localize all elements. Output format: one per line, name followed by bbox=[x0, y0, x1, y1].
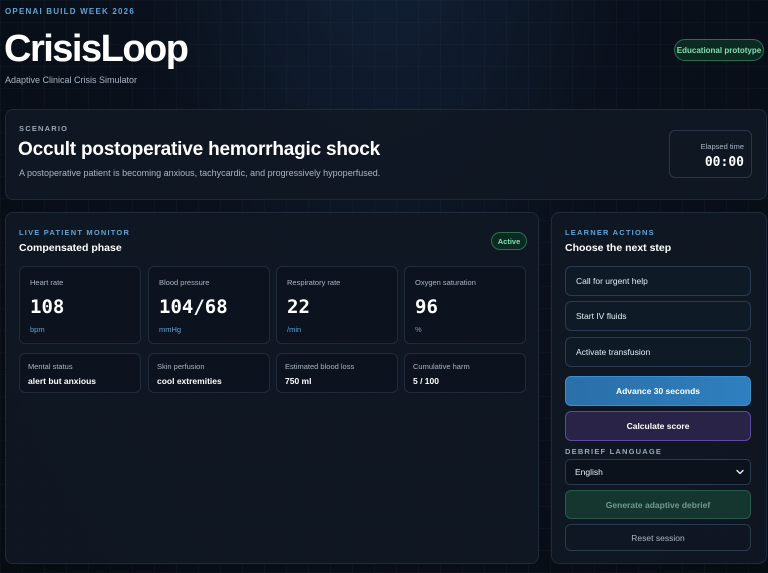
stat-skin-perfusion: Skin perfusion cool extremities bbox=[148, 353, 270, 393]
vital-blood-pressure: Blood pressure 104/68 mmHg bbox=[148, 266, 270, 344]
vital-value: 104/68 bbox=[159, 296, 228, 318]
learner-actions-card: LEARNER ACTIONS Choose the next step Cal… bbox=[551, 212, 767, 564]
prototype-badge: Educational prototype bbox=[674, 39, 764, 61]
monitor-phase: Compensated phase bbox=[19, 242, 122, 254]
vital-unit: % bbox=[415, 325, 422, 334]
stat-name: Skin perfusion bbox=[157, 362, 205, 371]
stat-value: 750 ml bbox=[285, 376, 312, 386]
vital-unit: bpm bbox=[30, 325, 45, 334]
patient-monitor-card: LIVE PATIENT MONITOR Compensated phase A… bbox=[5, 212, 539, 564]
elapsed-value: 00:00 bbox=[704, 155, 744, 170]
vital-name: Oxygen saturation bbox=[415, 278, 476, 287]
stat-value: 5 / 100 bbox=[413, 376, 439, 386]
debrief-language-select[interactable]: English bbox=[565, 459, 751, 485]
actions-title: Choose the next step bbox=[565, 242, 672, 254]
app-brand: CrisisLoop bbox=[4, 28, 189, 70]
scenario-description: A postoperative patient is becoming anxi… bbox=[19, 168, 381, 178]
reset-session-button[interactable]: Reset session bbox=[565, 524, 751, 551]
scenario-label: SCENARIO bbox=[19, 124, 69, 133]
vital-name: Blood pressure bbox=[159, 278, 210, 287]
status-badge: Active bbox=[491, 232, 527, 250]
vital-unit: /min bbox=[287, 325, 302, 334]
stat-blood-loss: Estimated blood loss 750 ml bbox=[276, 353, 398, 393]
actions-label: LEARNER ACTIONS bbox=[565, 228, 655, 237]
vital-name: Respiratory rate bbox=[287, 278, 341, 287]
stat-name: Cumulative harm bbox=[413, 362, 470, 371]
start-iv-fluids-button[interactable]: Start IV fluids bbox=[565, 301, 751, 331]
scenario-card: SCENARIO Occult postoperative hemorrhagi… bbox=[5, 109, 767, 200]
stat-value: cool extremities bbox=[157, 376, 222, 386]
chevron-down-icon bbox=[736, 469, 744, 475]
stat-name: Estimated blood loss bbox=[285, 362, 355, 371]
stat-cumulative-harm: Cumulative harm 5 / 100 bbox=[404, 353, 526, 393]
activate-transfusion-button[interactable]: Activate transfusion bbox=[565, 337, 751, 367]
generate-debrief-button[interactable]: Generate adaptive debrief bbox=[565, 490, 751, 519]
language-selected-value: English bbox=[575, 467, 603, 477]
calculate-score-button[interactable]: Calculate score bbox=[565, 411, 751, 441]
elapsed-label: Elapsed time bbox=[700, 142, 744, 151]
app-tagline: Adaptive Clinical Crisis Simulator bbox=[5, 75, 138, 85]
advance-time-button[interactable]: Advance 30 seconds bbox=[565, 376, 751, 406]
stat-mental-status: Mental status alert but anxious bbox=[19, 353, 141, 393]
scenario-title: Occult postoperative hemorrhagic shock bbox=[18, 139, 380, 160]
event-eyebrow: OPENAI BUILD WEEK 2026 bbox=[5, 7, 135, 16]
vital-respiratory-rate: Respiratory rate 22 /min bbox=[276, 266, 398, 344]
debrief-language-label: DEBRIEF LANGUAGE bbox=[565, 447, 663, 456]
stat-value: alert but anxious bbox=[28, 376, 97, 386]
vital-heart-rate: Heart rate 108 bpm bbox=[19, 266, 141, 344]
vital-unit: mmHg bbox=[159, 325, 182, 334]
stat-name: Mental status bbox=[28, 362, 73, 371]
elapsed-timer: Elapsed time 00:00 bbox=[669, 130, 752, 178]
vital-value: 22 bbox=[287, 296, 310, 318]
vital-value: 96 bbox=[415, 296, 438, 318]
vital-name: Heart rate bbox=[30, 278, 64, 287]
vital-value: 108 bbox=[30, 296, 65, 318]
vital-oxygen-saturation: Oxygen saturation 96 % bbox=[404, 266, 526, 344]
monitor-label: LIVE PATIENT MONITOR bbox=[19, 228, 131, 237]
call-for-help-button[interactable]: Call for urgent help bbox=[565, 266, 751, 296]
